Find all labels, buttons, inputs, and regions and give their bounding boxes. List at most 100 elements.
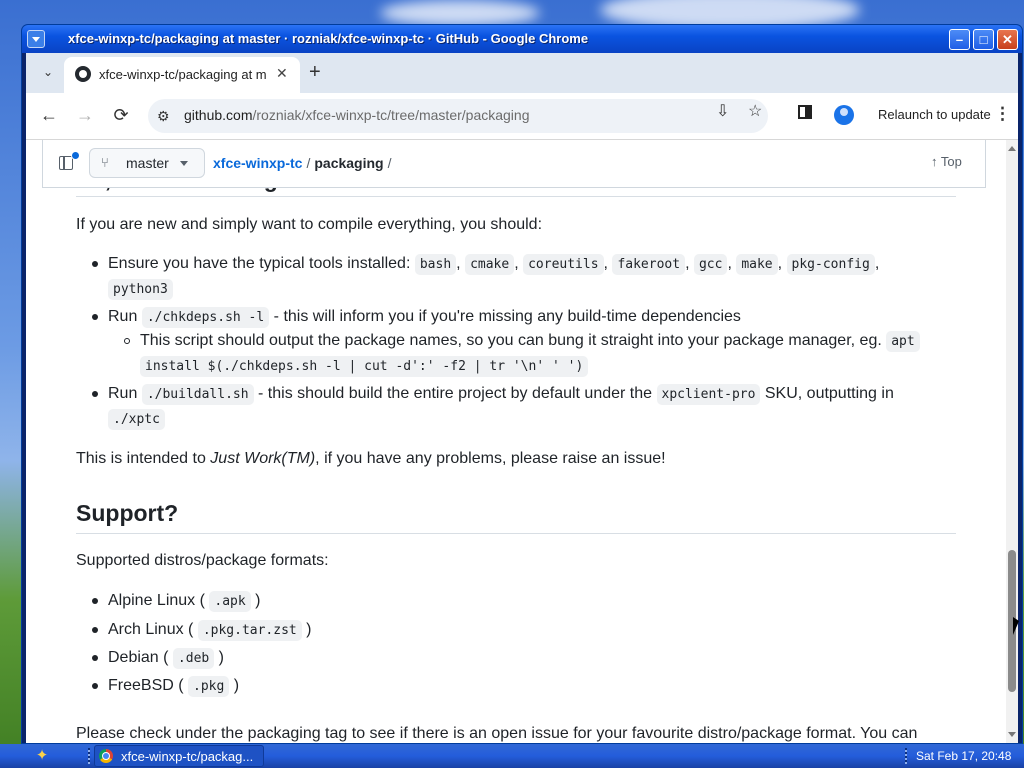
relaunch-to-update-button[interactable]: Relaunch to update <box>878 107 991 122</box>
profile-avatar[interactable] <box>834 105 854 125</box>
packaging-tag-paragraph: Please check under the packaging tag to … <box>76 725 918 742</box>
supported-paragraph: Supported distros/package formats: <box>76 552 329 569</box>
code-fakeroot: fakeroot <box>612 254 686 275</box>
reload-button[interactable]: ⟳ <box>110 105 132 126</box>
url-host: github.com <box>184 107 253 123</box>
top-label: Top <box>940 154 962 169</box>
intended-text-a: This is intended to <box>76 450 211 467</box>
code-chkdeps: ./chkdeps.sh -l <box>141 307 270 328</box>
list-item-run-buildall-wrap: ./xptc <box>108 409 165 430</box>
git-branch-icon: ⑂ <box>101 155 109 170</box>
window-titlebar[interactable]: xfce-winxp-tc/packaging at master · rozn… <box>22 25 1022 53</box>
code-gcc: gcc <box>693 254 728 275</box>
scroll-to-top-link[interactable]: ↑ Top <box>931 154 962 169</box>
run-prefix: Run <box>108 385 138 402</box>
breadcrumb-repo-link[interactable]: xfce-winxp-tc <box>213 155 302 171</box>
list-item-tools: Ensure you have the typical tools instal… <box>108 254 879 275</box>
run-chkdeps-text: - this will inform you if you're missing… <box>273 308 741 325</box>
chrome-window: xfce-winxp-tc/packaging at master · rozn… <box>22 25 1022 743</box>
breadcrumb-separator: / <box>306 155 311 171</box>
taskbar-item-label: xfce-winxp-tc/packag... <box>121 749 254 764</box>
taskbar-clock[interactable]: Sat Feb 17, 20:48 <box>916 749 1011 763</box>
distro-name: Debian <box>108 649 159 666</box>
distro-name: Alpine Linux <box>108 592 196 609</box>
maximize-button[interactable]: □ <box>973 29 994 50</box>
bookmark-star-icon[interactable]: ☆ <box>748 101 762 121</box>
distro-name: FreeBSD <box>108 677 174 694</box>
list-item-distro: FreeBSD ( .pkg ) <box>108 676 239 697</box>
start-menu-icon[interactable]: ✦ <box>30 745 54 767</box>
heading-divider <box>76 196 956 197</box>
list-bullet <box>92 627 98 633</box>
site-info-icon[interactable]: ⚙ <box>157 108 170 125</box>
list-item-run-chkdeps: Run ./chkdeps.sh -l - this will inform y… <box>108 307 741 328</box>
url-text[interactable]: github.com/rozniak/xfce-winxp-tc/tree/ma… <box>184 107 529 123</box>
address-bar[interactable]: ⚙ github.com/rozniak/xfce-winxp-tc/tree/… <box>148 99 768 133</box>
code-make: make <box>736 254 778 275</box>
code-buildall: ./buildall.sh <box>141 384 254 405</box>
url-path: /rozniak/xfce-winxp-tc/tree/master/packa… <box>252 107 530 123</box>
close-button[interactable]: ✕ <box>997 29 1018 50</box>
side-panel-icon[interactable] <box>798 105 812 119</box>
list-bullet <box>92 261 98 267</box>
browser-menu-icon[interactable]: ⋮ <box>994 104 1011 124</box>
run-prefix: Run <box>108 308 138 325</box>
taskbar-grip <box>88 748 90 764</box>
list-item-distro: Alpine Linux ( .apk ) <box>108 591 260 612</box>
branch-name: master <box>126 155 169 171</box>
github-icon <box>75 66 91 82</box>
window-title: xfce-winxp-tc/packaging at master · rozn… <box>68 31 589 46</box>
breadcrumb: xfce-winxp-tc / packaging / <box>213 155 396 171</box>
list-bullet <box>92 391 98 397</box>
code-bash: bash <box>414 254 457 275</box>
taskbar-grip <box>905 748 907 764</box>
list-bullet <box>92 598 98 604</box>
forward-button[interactable]: → <box>74 105 96 126</box>
desktop-cloud <box>380 0 540 26</box>
taskbar-chrome-item[interactable]: xfce-winxp-tc/packag... <box>94 745 264 767</box>
tools-prefix: Ensure you have the typical tools instal… <box>108 255 411 272</box>
code-install-command: install $(./chkdeps.sh -l | cut -d':' -f… <box>140 356 589 377</box>
distro-format: .apk <box>209 591 251 612</box>
code-coreutils: coreutils <box>523 254 604 275</box>
tab-title: xfce-winxp-tc/packaging at m <box>99 67 267 82</box>
caret-down-icon <box>180 161 188 170</box>
tab-close-icon[interactable]: ✕ <box>276 65 288 82</box>
minimize-button[interactable]: – <box>949 29 970 50</box>
breadcrumb-current-dir: packaging <box>314 155 384 171</box>
code-python3: python3 <box>108 279 173 300</box>
back-button[interactable]: ← <box>38 105 60 126</box>
intended-emphasis: Just Work(TM) <box>210 450 316 467</box>
distro-format: .deb <box>172 648 215 669</box>
intro-paragraph: If you are new and simply want to compil… <box>76 216 543 233</box>
code-xpclient-pro: xpclient-pro <box>656 384 761 405</box>
branch-selector[interactable]: ⑂ master <box>89 148 205 178</box>
list-item-distro: Arch Linux ( .pkg.tar.zst ) <box>108 620 312 641</box>
heading-support: Support? <box>76 500 179 526</box>
list-bullet <box>92 314 98 320</box>
distro-format: .pkg <box>188 676 230 697</box>
list-item-run-buildall: Run ./buildall.sh - this should build th… <box>108 384 894 405</box>
tab-search-chevron-icon[interactable]: ⌄ <box>38 62 58 82</box>
taskbar: ✦ xfce-winxp-tc/packag... Sat Feb 17, 20… <box>0 744 1024 768</box>
tab-github-packaging[interactable]: xfce-winxp-tc/packaging at m ✕ <box>64 57 300 93</box>
mouse-pointer-icon <box>1013 617 1019 635</box>
run-buildall-text: - this should build the entire project b… <box>258 385 653 402</box>
scroll-down-arrow-icon[interactable] <box>1008 732 1016 741</box>
install-app-icon[interactable]: ⇩ <box>716 101 729 121</box>
browser-frame: ⌄ xfce-winxp-tc/packaging at m ✕ + ← → ⟳… <box>26 53 1018 743</box>
list-item-tools-wrap: python3 <box>108 279 173 300</box>
scroll-up-arrow-icon[interactable] <box>1008 142 1016 151</box>
web-page: ⑂ master xfce-winxp-tc / packaging / ↑ Top … <box>26 140 1006 743</box>
list-bullet <box>92 683 98 689</box>
distro-name: Arch Linux <box>108 621 184 638</box>
new-tab-button[interactable]: + <box>309 61 321 84</box>
code-apt: apt <box>886 331 920 352</box>
code-xptc: ./xptc <box>108 409 165 430</box>
vertical-scrollbar[interactable] <box>1006 140 1018 743</box>
intended-text-b: , if you have any problems, please raise… <box>315 450 666 467</box>
window-menu-icon[interactable] <box>27 30 45 48</box>
sub-text: This script should output the package na… <box>140 332 882 349</box>
heading-divider <box>76 533 956 534</box>
sublist-item-wrap: install $(./chkdeps.sh -l | cut -d':' -f… <box>140 356 589 377</box>
